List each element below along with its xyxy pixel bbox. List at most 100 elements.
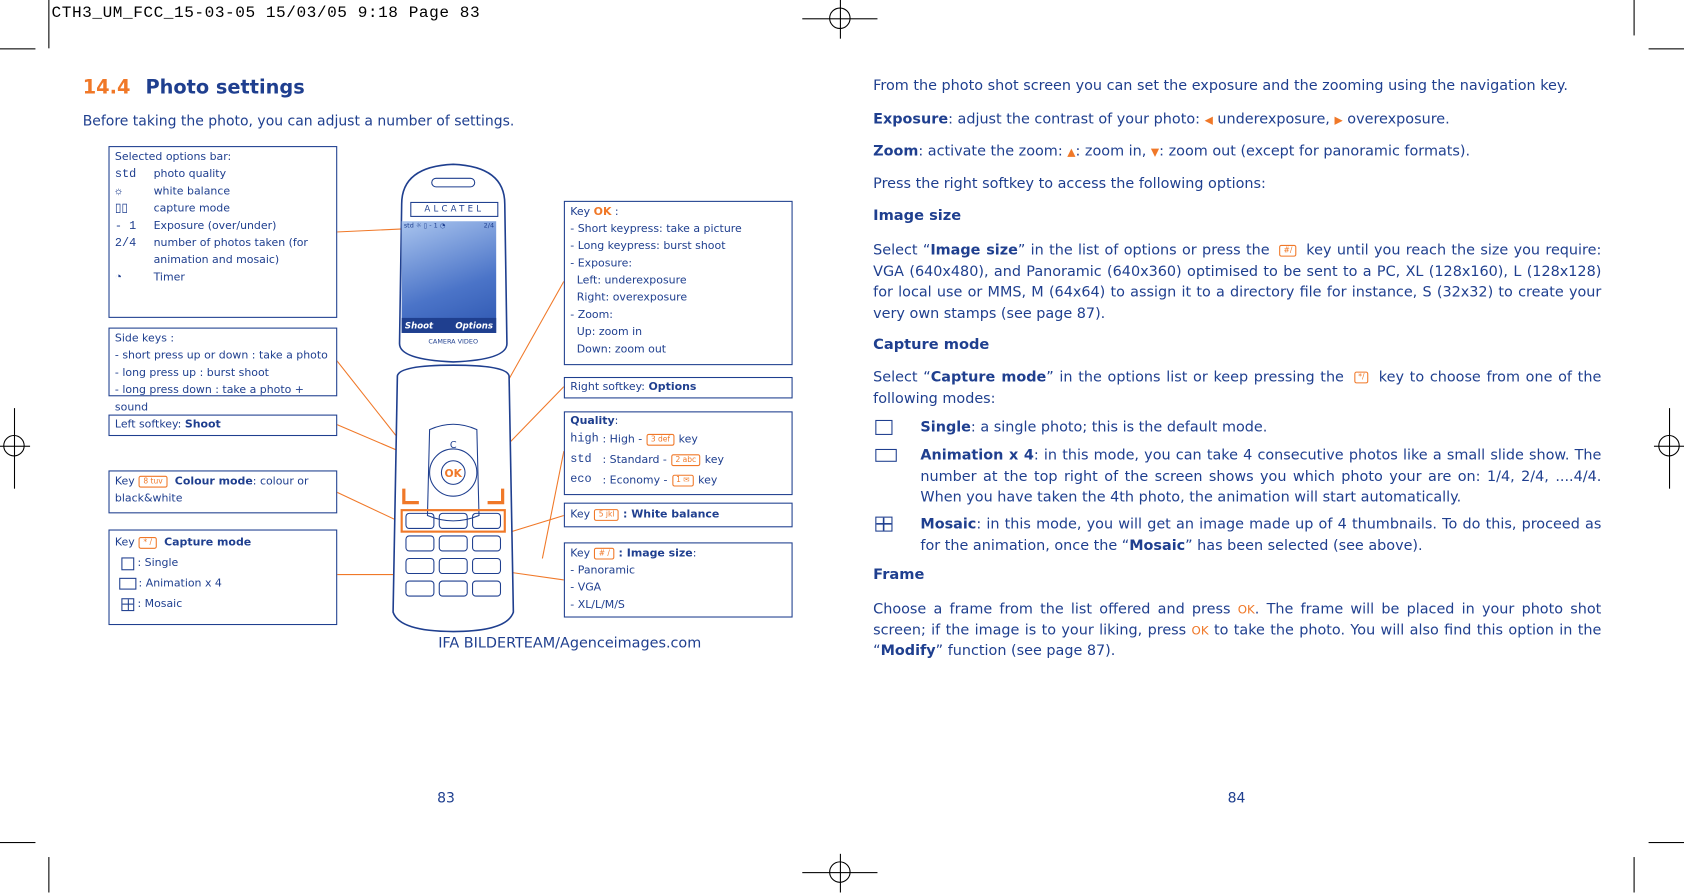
key-hash-icon: #/ (1279, 244, 1297, 257)
quality-row: high: High -3 def key (570, 430, 786, 450)
mode-name: Single (920, 419, 971, 437)
text-bold: Mosaic (1129, 537, 1186, 554)
quality-label: : Economy - (602, 474, 668, 487)
box-line: - short press up or down : take a photo (114, 350, 328, 362)
mode-row: : Mosaic (115, 594, 331, 614)
softkey-left-label: Shoot (404, 320, 434, 331)
option-row: ◔ Timer (115, 270, 331, 287)
option-row: ☼ white balance (115, 184, 331, 201)
box-label: Right softkey: (570, 381, 649, 394)
quality-eco-icon: eco (570, 473, 592, 487)
clear-key-label: C (450, 440, 457, 451)
text: ” in the options list or keep pressing t… (1046, 369, 1344, 386)
white-balance-icon: ☼ (114, 185, 123, 199)
text: Select “ (873, 242, 931, 259)
text: Choose a frame from the list offered and… (873, 601, 1238, 618)
photo-count-icon: 2/4 (114, 237, 137, 251)
box-label: Key (570, 206, 591, 219)
capture-mode-heading: Capture mode (873, 336, 990, 354)
box-line: - VGA (570, 582, 602, 594)
quality-row: std: Standard - 2 abc key (570, 450, 786, 470)
box-line: - long press down : take a photo + sound (114, 384, 304, 414)
box-line: - Panoramic (570, 564, 636, 577)
quality-label: : Standard - (602, 454, 667, 467)
key-5-icon: 5 jkl (594, 508, 619, 521)
option-label: photo quality (153, 168, 227, 181)
quality-suffix: key (698, 474, 718, 487)
option-row: - 1 Exposure (over/under) (115, 218, 331, 235)
left-softkey-box: Left softkey: Shoot (108, 414, 338, 437)
key-star-icon: * / (139, 536, 157, 549)
screen-softkeys: Shoot Options (401, 317, 497, 333)
right-softkey-box: Right softkey: Options (563, 376, 793, 399)
box-value: Options (648, 381, 697, 394)
colour-mode-box: Key 8 tuv Colour mode: colour or black&wh… (108, 470, 338, 514)
text: ” function (see page 87). (935, 643, 1116, 660)
ok-key-box: Key OK : - Short keypress: take a pictur… (563, 200, 793, 366)
mode-label: : Animation x 4 (138, 577, 222, 590)
option-label: animation and mosaic) (153, 254, 280, 267)
option-label: Exposure (over/under) (153, 220, 277, 232)
mode-text: : a single photo; this is the default mo… (970, 419, 1268, 437)
mode-name: Mosaic (920, 516, 977, 533)
box-label: Key (114, 537, 135, 549)
quality-suffix: key (704, 454, 724, 467)
mosaic-mode-icon (875, 516, 893, 532)
box-title: Capture mode (164, 537, 252, 549)
box-title: Quality (570, 415, 615, 428)
box-label: Key (570, 509, 591, 521)
mode-name: Animation x 4 (920, 447, 1034, 464)
option-row: animation and mosaic) (115, 252, 331, 269)
option-row: ▯▯ capture mode (115, 201, 331, 218)
exposure-label: Exposure (873, 111, 949, 128)
box-line: Left: underexposure (576, 274, 687, 287)
box-label: Left softkey: (114, 418, 185, 431)
box-line: - Zoom: (570, 309, 613, 322)
quality-high-icon: high (570, 432, 599, 446)
box-title: Colour mode (174, 475, 253, 488)
box-label: : (692, 547, 697, 560)
animation-mode-icon (119, 577, 137, 590)
mode-row: : Single (115, 553, 331, 573)
quality-std-icon: std (570, 453, 592, 467)
box-label: : (611, 206, 619, 219)
quality-icon: std (114, 168, 137, 182)
ok-key-label: OK (445, 467, 463, 480)
key-star-icon: */ (1353, 371, 1369, 383)
box-title: Selected options bar: (114, 151, 232, 164)
frame-paragraph: Choose a frame from the list offered and… (873, 599, 1601, 662)
text-bold: Capture mode (930, 369, 1047, 386)
box-value: Shoot (184, 418, 221, 431)
timer-icon: ◔ (114, 271, 123, 285)
screen-status: std ☼ ▯ - 1 ◔ (403, 222, 446, 230)
phone-screen: std ☼ ▯ - 1 ◔ 2/4 Shoot Options (401, 221, 497, 333)
capture-mode-paragraph: Select “Capture mode” in the options lis… (873, 367, 1601, 409)
box-line: - Exposure: (570, 257, 633, 270)
box-line: - Long keypress: burst shoot (570, 240, 726, 253)
mode-mosaic: Mosaic: in this mode, you will get an im… (920, 514, 1601, 556)
quality-suffix: key (678, 433, 698, 446)
box-line: Right: overexposure (576, 292, 688, 304)
key-hash-icon: # / (594, 547, 615, 560)
phone-brand: ALCATEL (410, 201, 499, 217)
single-mode-icon (875, 419, 893, 435)
key-3-icon: 3 def (646, 433, 675, 446)
text: : activate the zoom: (918, 143, 1068, 161)
option-row: 2/4 number of photos taken (for (115, 235, 331, 252)
box-title: Side keys : (114, 332, 175, 345)
phone-illustration: OK C ALCATEL std ☼ ▯ - 1 ◔ 2/4 Shoot Opt… (389, 161, 518, 634)
ok-key-icon: OK (1237, 602, 1255, 617)
key-1-icon: 1 ✉ (671, 474, 694, 487)
option-label: capture mode (153, 202, 230, 215)
side-keys-box: Side keys : - short press up or down : t… (108, 327, 338, 413)
quality-box: Quality: high: High -3 def key std: Stand… (563, 411, 793, 496)
text: : adjust the contrast of your photo: (948, 111, 1205, 128)
page-number-right: 84 (1227, 790, 1246, 807)
text: : zoom in, (1075, 143, 1151, 161)
capture-mode-box: Key * / Capture mode : Single : Animation… (108, 529, 338, 626)
ok-key-icon: OK (593, 206, 612, 219)
box-title: : Image size (618, 547, 693, 560)
option-label: number of photos taken (for (153, 237, 308, 250)
mode-row: : Animation x 4 (115, 574, 331, 594)
box-line: - XL/L/M/S (570, 599, 625, 612)
